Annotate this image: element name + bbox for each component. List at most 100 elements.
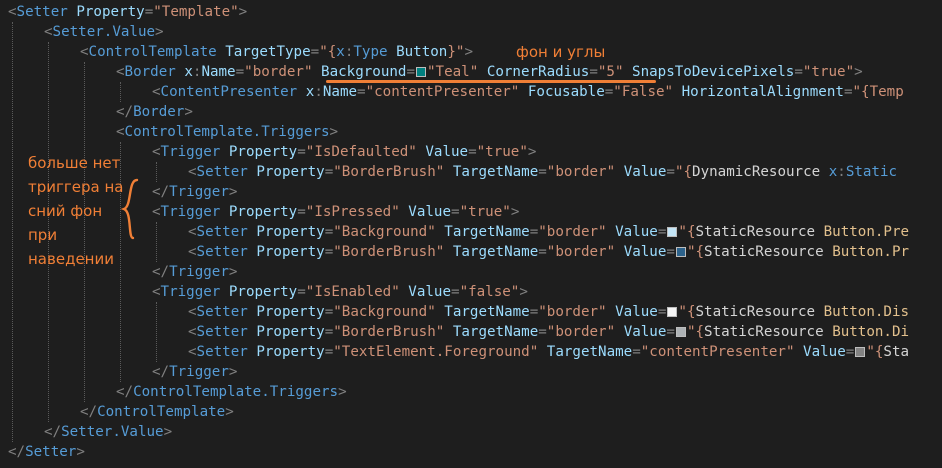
code-token: = [538, 324, 547, 340]
code-line[interactable]: <Setter Property="Background" TargetName… [188, 302, 909, 322]
code-token: < [188, 244, 197, 260]
code-token: Setter.Value [61, 424, 164, 440]
annotation-left-line: триггера на [28, 178, 124, 196]
code-line[interactable]: <ContentPresenter x:Name="contentPresent… [152, 82, 904, 102]
code-token: = [297, 144, 306, 160]
code-line[interactable]: <Setter Property="TextElement.Foreground… [188, 342, 909, 362]
code-token: = [794, 64, 803, 80]
code-token: Property [256, 164, 325, 180]
code-line[interactable]: <Setter Property="BorderBrush" TargetNam… [188, 242, 909, 262]
code-token: ControlTemplate [88, 44, 217, 60]
code-token: "TextElement.Foreground" [333, 344, 539, 360]
code-token: Property [76, 4, 145, 20]
code-line[interactable]: </Setter> [8, 442, 85, 462]
code-line[interactable]: <Trigger Property="IsDefaulted" Value="t… [152, 142, 536, 162]
color-swatch[interactable] [855, 347, 866, 357]
code-line[interactable]: </Trigger> [152, 262, 237, 282]
code-token: Trigger [160, 204, 221, 220]
code-token: = [604, 84, 614, 100]
color-swatch[interactable] [675, 247, 686, 257]
indent-guide [12, 22, 13, 442]
code-token: = [406, 64, 416, 80]
code-line[interactable]: <Border x:Name="border" Background= "Teal… [116, 62, 863, 82]
code-line[interactable]: </Border> [116, 102, 193, 122]
code-token: ContentPresenter [160, 84, 298, 100]
code-token: Property [256, 244, 325, 260]
code-line[interactable]: <ControlTemplate TargetType="{x:Type But… [80, 42, 473, 62]
code-token: StaticResource [695, 224, 816, 240]
code-token: Setter.Value [52, 24, 156, 40]
code-line[interactable]: </ControlTemplate> [80, 402, 234, 422]
code-line[interactable]: </ControlTemplate.Triggers> [116, 382, 347, 402]
code-token: Button.Pr [832, 244, 910, 260]
code-token: "true" [802, 64, 855, 80]
code-token: Button [396, 44, 448, 60]
code-line[interactable]: <Setter.Value> [44, 22, 164, 42]
code-token: > [519, 284, 528, 300]
code-token: > [155, 24, 164, 40]
code-token: < [116, 64, 125, 80]
annotation-left-line: наведении [28, 250, 114, 268]
code-token: TargetName [452, 324, 539, 340]
code-token: Trigger [169, 364, 229, 380]
code-line[interactable]: <Trigger Property="IsPressed" Value="tru… [152, 202, 519, 222]
code-token: "border" [546, 324, 616, 340]
code-line[interactable]: <Setter Property="Template"> [8, 2, 247, 22]
code-line[interactable]: <Setter Property="BorderBrush" TargetNam… [188, 162, 897, 182]
color-swatch[interactable] [675, 327, 686, 337]
code-token: = [144, 4, 154, 20]
code-line[interactable]: <Trigger Property="IsEnabled" Value="fal… [152, 282, 528, 302]
code-token: > [329, 124, 339, 140]
code-token: Button.Dis [823, 304, 910, 320]
code-token: = [666, 164, 675, 180]
color-swatch[interactable] [416, 67, 427, 77]
code-token: = [324, 164, 334, 180]
code-line[interactable]: <ControlTemplate.Triggers> [116, 122, 338, 142]
code-token: </ [116, 384, 134, 400]
code-line[interactable]: <Setter Property="Background" TargetName… [188, 222, 909, 242]
code-token: Value [615, 304, 658, 320]
code-token: = [297, 204, 306, 220]
code-token: = [657, 224, 667, 240]
code-token: SnapsToDevicePixels [632, 64, 795, 80]
code-token: > [225, 404, 234, 420]
color-swatch[interactable] [667, 227, 678, 237]
code-token: = [324, 224, 334, 240]
code-line[interactable]: <Setter Property="BorderBrush" TargetNam… [188, 322, 909, 342]
code-line[interactable]: </Trigger> [152, 182, 237, 202]
color-swatch[interactable] [667, 307, 678, 317]
code-token: TargetType [225, 44, 311, 60]
code-token: "border" [546, 244, 616, 260]
code-token: x [828, 164, 838, 180]
code-token: "{ [678, 224, 696, 240]
code-token: > [184, 104, 193, 120]
code-token: Value [623, 244, 667, 260]
code-token: "BorderBrush" [333, 244, 445, 260]
code-token: ControlTemplate.Triggers [124, 124, 330, 140]
code-token: </ [8, 444, 26, 460]
code-line[interactable]: </Trigger> [152, 362, 237, 382]
code-token: </ [152, 264, 170, 280]
code-token: "{ [866, 344, 884, 360]
code-token: Sta [883, 344, 910, 360]
code-token: > [510, 204, 520, 220]
code-line[interactable]: </Setter.Value> [44, 422, 172, 442]
code-token: < [152, 284, 161, 300]
code-token: < [152, 144, 161, 160]
code-token: DynamicResource [692, 164, 821, 180]
code-token: Property [256, 344, 325, 360]
code-token: TargetName [452, 164, 539, 180]
code-token: "BorderBrush" [333, 164, 445, 180]
